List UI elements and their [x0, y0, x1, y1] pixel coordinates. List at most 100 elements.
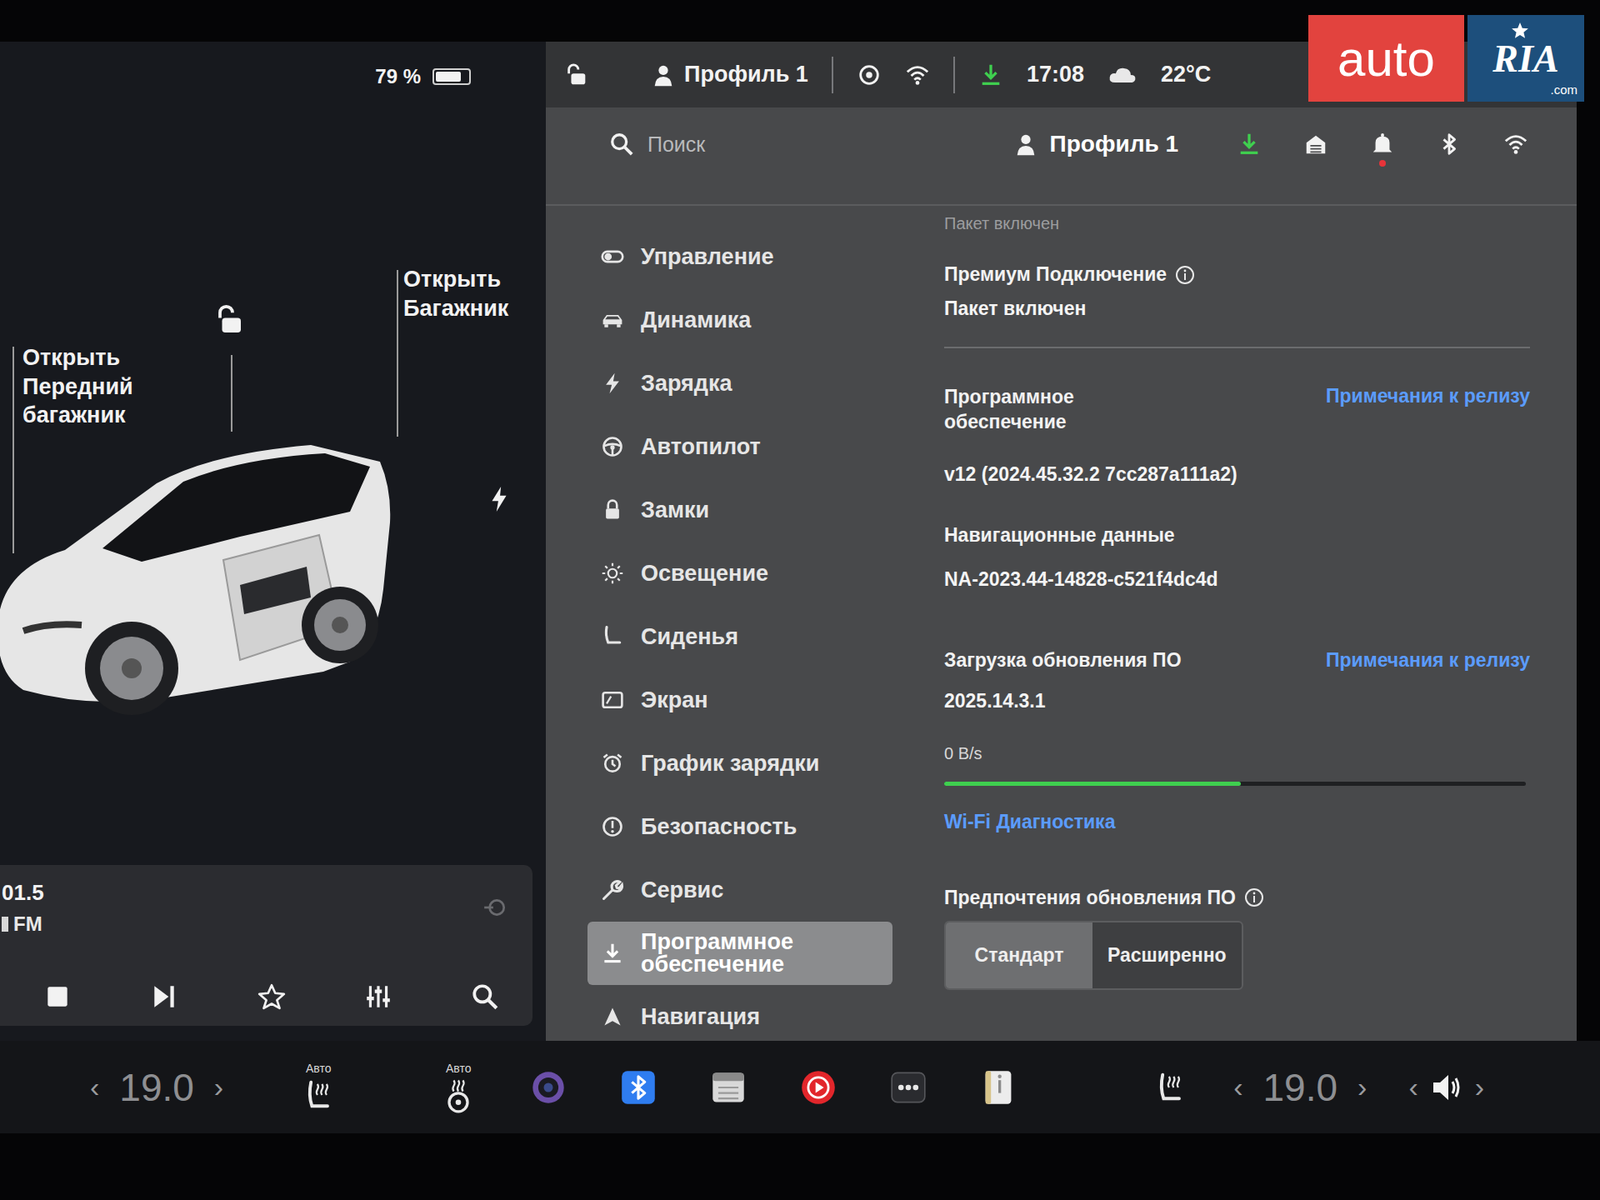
seat-icon — [600, 625, 625, 649]
lock-icon — [600, 498, 625, 522]
screen-icon — [600, 688, 625, 712]
seat-heater-button[interactable]: Авто — [300, 1061, 337, 1114]
sidebar-item[interactable]: Экран — [587, 668, 893, 732]
volume-down-button[interactable]: ‹ — [1408, 1070, 1418, 1104]
open-frunk-button[interactable]: ОткрытьПереднийбагажник — [22, 343, 134, 430]
pointer-line — [230, 355, 233, 432]
release-notes-link[interactable]: Примечания к релизу — [1325, 385, 1530, 408]
info-icon[interactable] — [1244, 887, 1265, 908]
premium-status: Пакет включен — [944, 297, 1530, 320]
nav-icon — [600, 1005, 625, 1029]
clock: 17:08 — [1026, 61, 1085, 88]
sentry-icon[interactable] — [856, 62, 882, 88]
unlock-icon[interactable] — [564, 62, 590, 88]
passenger-temperature: ‹19.0› — [1233, 1065, 1367, 1110]
sidebar-item[interactable]: Программное обеспечение — [587, 921, 893, 985]
volume-up-button[interactable]: › — [1475, 1070, 1485, 1104]
notification-dot — [1379, 160, 1386, 167]
release-notes-link[interactable]: Примечания к релизу — [1325, 649, 1530, 672]
settings-panel: Профиль 117:0822°CПоискПрофиль 1Управлен… — [545, 41, 1577, 1041]
download-speed: 0 B/s — [944, 744, 1530, 764]
download-progress — [944, 781, 1526, 786]
update-preference-toggle: СтандартРасширенно — [944, 920, 1244, 990]
temp-up-button[interactable]: › — [214, 1070, 224, 1104]
next-track-icon[interactable] — [150, 982, 179, 1011]
passenger-seat-heater-button[interactable] — [1151, 1069, 1189, 1106]
sun-icon — [600, 561, 625, 585]
software-title: Программное обеспечение — [944, 385, 1128, 435]
equalizer-icon[interactable] — [364, 982, 393, 1011]
profile-button[interactable]: Профиль 1 — [1013, 130, 1179, 158]
sidebar-item[interactable]: График зарядки — [587, 731, 893, 795]
dashcam-app-icon[interactable] — [800, 1069, 837, 1106]
info-icon[interactable] — [1175, 265, 1195, 285]
radio-band: FM — [1, 912, 45, 936]
sidebar-item[interactable]: Динамика — [587, 288, 893, 352]
steering-heater-button[interactable]: Авто — [440, 1061, 477, 1114]
bezel — [0, 1133, 1600, 1200]
notifications-button[interactable] — [1370, 131, 1395, 157]
charge-port-icon[interactable] — [490, 486, 509, 512]
temp-down-button[interactable]: ‹ — [1233, 1070, 1243, 1104]
speaker-icon[interactable] — [1430, 1070, 1464, 1105]
sidebar-item[interactable]: Автопилот — [587, 415, 893, 479]
bell-icon — [1370, 131, 1395, 157]
sidebar-item[interactable]: Сервис — [587, 858, 893, 922]
battery-status: 79 % — [0, 41, 546, 95]
radio-frequency: 01.5 — [1, 880, 45, 906]
car-panel: 79 % ОткрытьПереднийбагажник ОткрытьБагажн… — [0, 41, 546, 1041]
pointer-line — [12, 346, 15, 554]
sidebar-item[interactable]: Освещение — [587, 541, 893, 605]
audio-source-icon[interactable] — [482, 895, 508, 920]
car-icon — [600, 308, 625, 332]
favorite-star-icon[interactable] — [257, 982, 286, 1011]
temp-down-button[interactable]: ‹ — [90, 1070, 100, 1104]
download-icon[interactable] — [1236, 131, 1262, 157]
wheel-icon — [600, 435, 625, 459]
more-apps-icon[interactable] — [890, 1069, 927, 1106]
bluetooth-app-icon[interactable] — [620, 1069, 657, 1106]
update-version: 2025.14.3.1 — [944, 690, 1530, 713]
sidebar-item[interactable]: Безопасность — [587, 795, 893, 859]
sidebar-item[interactable]: Навигация — [587, 985, 893, 1041]
volume-control: ‹› — [1408, 1070, 1485, 1105]
search-icon[interactable] — [470, 982, 500, 1011]
bluetooth-icon[interactable] — [1436, 131, 1462, 157]
sidebar-item[interactable]: Зарядка — [587, 351, 893, 415]
manual-app-icon[interactable] — [980, 1069, 1017, 1106]
camera-app-icon[interactable] — [530, 1069, 567, 1106]
alert-icon — [600, 815, 625, 839]
nav-data-version: NA-2023.44-14828-c521f4dc4d — [944, 568, 1530, 591]
person-icon — [1013, 131, 1039, 157]
profile-button[interactable]: Профиль 1 — [650, 61, 809, 88]
download-icon[interactable] — [978, 62, 1004, 88]
sidebar-item[interactable]: Управление — [587, 225, 893, 289]
segment-option[interactable]: Стандарт — [945, 922, 1093, 989]
settings-search[interactable]: Поиск — [647, 132, 972, 157]
star-icon — [1510, 21, 1530, 40]
wifi-icon[interactable] — [1503, 131, 1529, 157]
segment-option[interactable]: Расширенно — [1092, 922, 1242, 989]
calendar-app-icon[interactable] — [710, 1069, 747, 1106]
battery-icon — [432, 68, 471, 85]
sidebar-item[interactable]: Сиденья — [587, 605, 893, 669]
person-icon — [650, 62, 676, 88]
sidebar-item[interactable]: Замки — [587, 478, 893, 542]
stop-icon[interactable] — [43, 982, 72, 1011]
unlock-icon[interactable] — [211, 303, 245, 337]
divider — [944, 346, 1530, 349]
wifi-diagnostics-link[interactable]: Wi-Fi Диагностика — [944, 810, 1530, 834]
premium-title: Премиум Подключение — [944, 263, 1530, 286]
steering-heat-icon — [440, 1076, 477, 1114]
wrench-icon — [600, 878, 625, 902]
open-trunk-button[interactable]: ОткрытьБагажник — [403, 265, 509, 323]
garage-icon[interactable] — [1303, 131, 1329, 157]
settings-header: Поиск Профиль 1 — [545, 107, 1577, 206]
software-details: Пакет включенПремиум ПодключениеПакет вк… — [944, 205, 1530, 1041]
update-title: Загрузка обновления ПО — [944, 649, 1182, 672]
alarm-icon — [600, 751, 625, 775]
wifi-icon — [905, 62, 930, 88]
temp-up-button[interactable]: › — [1357, 1070, 1367, 1104]
bolt-icon — [600, 371, 625, 395]
nav-data-title: Навигационные данные — [944, 524, 1530, 547]
